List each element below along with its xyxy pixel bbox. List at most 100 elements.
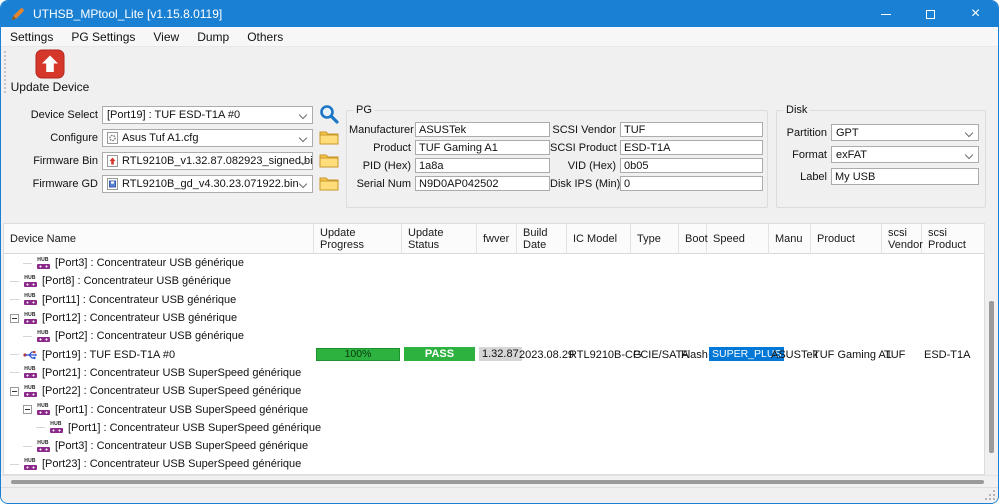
serial-num-field[interactable] [415,176,550,191]
usb-hub-icon: HUB [23,386,37,397]
toolbar-grip[interactable] [4,51,6,93]
firmware-gd-value: RTL9210B_gd_v4.30.23.071922.bin [122,178,299,190]
tree-row[interactable]: HUB[Port1] : Concentrateur USB SuperSpee… [4,419,984,437]
chevron-down-icon [299,111,307,119]
firmware-bin-label: Firmware Bin [5,155,98,167]
column-header[interactable]: Device Name [4,224,314,254]
vid-hex-field[interactable] [620,158,763,173]
menu-others[interactable]: Others [238,30,292,44]
menu-dump[interactable]: Dump [188,30,238,44]
column-header[interactable]: Type [631,224,679,254]
tree-row[interactable]: HUB[Port3] : Concentrateur USB générique [4,254,984,272]
column-header[interactable]: scsi Product [922,224,985,254]
maximize-icon [926,10,935,19]
disk-ips-field[interactable] [620,176,763,191]
column-header[interactable]: Manu [769,224,811,254]
manufacturer-field[interactable] [415,122,550,137]
gd-file-icon [107,178,118,190]
chevron-down-icon [299,134,307,142]
usb-hub-icon: HUB [23,367,37,378]
product-field[interactable] [415,140,550,155]
column-header[interactable]: Speed [707,224,769,254]
serial-num-label: Serial Num [349,178,411,190]
tree-row[interactable]: HUB [Port2] : Concentrateur USB générique [4,327,984,345]
column-header[interactable]: Boot [679,224,707,254]
minimize-button[interactable] [863,1,908,27]
vertical-scrollbar-thumb[interactable] [989,301,994,453]
format-combobox[interactable]: exFAT [831,146,979,163]
device-name: [Port21] : Concentrateur USB SuperSpeed … [42,367,301,379]
search-icon [318,103,340,125]
tree-row[interactable]: HUB[Port22] : Concentrateur USB SuperSpe… [4,382,984,400]
usb-device-icon [23,348,37,362]
firmware-bin-value: RTL9210B_v1.32.87.082923_signed.bin [122,155,313,167]
disk-groupbox: Disk Partition GPT Format exFAT [776,104,986,208]
device-name: [Port19] : TUF ESD-T1A #0 [42,349,175,361]
resize-grip-icon[interactable] [993,498,995,500]
menu-settings[interactable]: Settings [1,30,62,44]
column-header[interactable]: Product [811,224,882,254]
browse-configure-button[interactable] [319,130,339,145]
vertical-scrollbar[interactable] [985,223,998,475]
firmware-gd-combobox[interactable]: RTL9210B_gd_v4.30.23.071922.bin [102,175,313,193]
configure-combobox[interactable]: Asus Tuf A1.cfg [102,129,313,147]
firmware-bin-combobox[interactable]: RTL9210B_v1.32.87.082923_signed.bin [102,152,313,170]
label-field[interactable] [831,168,979,185]
partition-combobox[interactable]: GPT [831,124,979,141]
usb-hub-icon: HUB [36,404,50,415]
device-select-label: Device Select [5,109,98,121]
pid-hex-label: PID (Hex) [349,160,411,172]
column-header[interactable]: IC Model [567,224,631,254]
scsi-product-cell: ESD-T1A [924,349,970,361]
scsi-vendor-field[interactable] [620,122,763,137]
device-name: [Port1] : Concentrateur USB SuperSpeed g… [68,422,321,434]
partition-label: Partition [781,127,827,139]
label-label: Label [781,171,827,183]
collapse-toggle[interactable] [10,314,19,323]
chevron-down-icon [299,180,307,188]
vid-hex-label: VID (Hex) [550,160,616,172]
browse-firmware-bin-button[interactable] [319,153,339,168]
horizontal-scrollbar[interactable] [1,475,998,487]
column-header[interactable]: Update Progress [314,224,402,254]
tree-connector [10,354,19,355]
device-select-combobox[interactable]: [Port19] : TUF ESD-T1A #0 [102,106,313,124]
tree-row[interactable]: HUB [Port11] : Concentrateur USB génériqu… [4,291,984,309]
column-header[interactable]: fwver [477,224,517,254]
tree-row[interactable]: HUB[Port3] : Concentrateur USB SuperSpee… [4,437,984,455]
maximize-button[interactable] [908,1,953,27]
horizontal-scrollbar-thumb[interactable] [11,480,984,484]
tree-row[interactable]: HUB [Port21] : Concentrateur USB SuperSpe… [4,364,984,382]
usb-hub-icon: HUB [23,294,37,305]
collapse-toggle[interactable] [23,405,32,414]
tree-row[interactable]: HUB[Port1] : Concentrateur USB SuperSpee… [4,400,984,418]
menu-view[interactable]: View [144,30,188,44]
column-header[interactable]: Update Status [402,224,477,254]
update-device-button[interactable]: Update Device [7,49,93,97]
device-name: [Port2] : Concentrateur USB générique [55,330,244,342]
pid-hex-field[interactable] [415,158,550,173]
browse-firmware-gd-button[interactable] [319,176,339,191]
column-header[interactable]: Build Date [517,224,567,254]
usb-hub-icon: HUB [23,276,37,287]
fwver-cell: 1.32.87 [479,347,522,361]
disk-ips-label: Disk IPS (Min) [550,178,616,190]
search-device-button[interactable] [318,103,340,125]
tree-row[interactable]: [Port19] : TUF ESD-T1A #0100%PASS1.32.87… [4,345,984,363]
scsi-product-field[interactable] [620,140,763,155]
format-label: Format [781,149,827,161]
menu-pg-settings[interactable]: PG Settings [62,30,144,44]
collapse-toggle[interactable] [10,387,19,396]
device-tree: HUB[Port3] : Concentrateur USB générique… [4,254,984,474]
bin-file-icon [107,155,118,167]
tree-row[interactable]: HUB[Port23] : Concentrateur USB SuperSpe… [4,455,984,473]
tree-row[interactable]: HUB[Port8] : Concentrateur USB générique [4,272,984,290]
column-header[interactable]: scsi Vendor [882,224,922,254]
product-label: Product [349,142,411,154]
pg-groupbox-title: PG [353,104,375,116]
usb-hub-icon: HUB [36,331,50,342]
status-bar [1,487,998,503]
tree-row[interactable]: HUB[Port12] : Concentrateur USB génériqu… [4,309,984,327]
close-button[interactable]: × [953,1,998,27]
device-name: [Port11] : Concentrateur USB générique [42,294,236,306]
